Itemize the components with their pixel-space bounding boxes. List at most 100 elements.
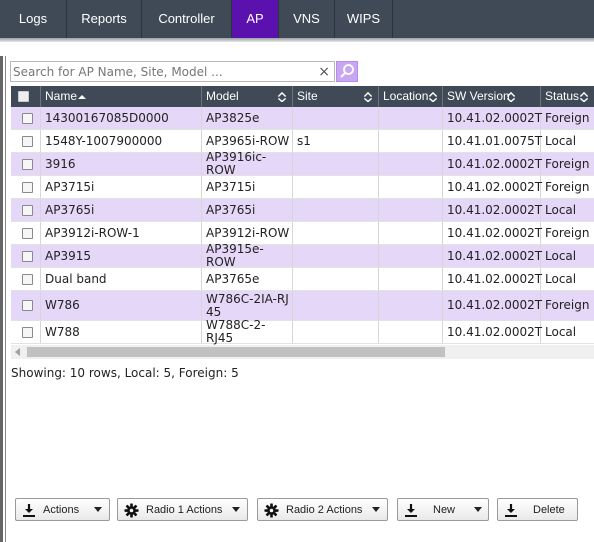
chevron-down-icon	[372, 507, 380, 512]
delete-button-label: Delete	[533, 504, 565, 516]
row-checkbox[interactable]	[22, 273, 33, 285]
row-checkbox[interactable]	[22, 204, 33, 216]
cell-location	[379, 176, 443, 198]
row-checkbox[interactable]	[22, 158, 33, 170]
cell-site	[293, 199, 379, 221]
cell-location	[379, 268, 443, 290]
table-row[interactable]: W786 W786C-2IA-RJ45 10.41.02.0002T Forei…	[11, 291, 594, 321]
search-input[interactable]	[11, 62, 313, 81]
table-row[interactable]: AP3715i AP3715i 10.41.02.0002T Foreign	[11, 176, 594, 199]
tab-reports[interactable]: Reports	[67, 0, 142, 38]
cell-model: W788C-2-RJ45	[202, 319, 293, 345]
header-model[interactable]: Model	[202, 86, 293, 107]
radio2-actions-button[interactable]: Radio 2 Actions	[257, 498, 388, 521]
row-select[interactable]	[11, 153, 41, 175]
cell-location	[379, 199, 443, 221]
table-row[interactable]: AP3915 AP3915e-ROW 10.41.02.0002T Local	[11, 243, 594, 269]
sort-icon	[277, 92, 287, 102]
sort-icon	[363, 92, 373, 102]
header-name[interactable]: Name	[41, 86, 202, 107]
tab-vns[interactable]: VNS	[279, 0, 335, 38]
select-all-checkbox[interactable]	[18, 91, 29, 102]
header-sw-version[interactable]: SW Version	[443, 86, 541, 107]
row-select[interactable]	[11, 107, 41, 129]
clear-icon[interactable]: ×	[318, 63, 330, 81]
gear-icon	[264, 503, 279, 518]
download-icon	[23, 504, 35, 517]
header-location-label: Location	[383, 89, 429, 103]
new-button-label: New	[433, 504, 456, 516]
header-name-label: Name	[45, 89, 78, 103]
row-select[interactable]	[11, 222, 41, 244]
sort-asc-icon	[78, 95, 86, 99]
download-icon	[505, 504, 517, 517]
actions-button[interactable]: Actions	[15, 498, 110, 521]
header-status[interactable]: Status	[541, 86, 594, 107]
cell-status: Local	[545, 271, 577, 286]
sort-icon	[506, 92, 516, 102]
cell-model: AP3915e-ROW	[202, 243, 293, 269]
cell-model: AP3916ic-ROW	[202, 151, 293, 177]
delete-button[interactable]: Delete	[497, 498, 578, 521]
row-select[interactable]	[11, 291, 41, 320]
cell-status: Foreign	[545, 225, 590, 240]
tab-logs[interactable]: Logs	[0, 0, 67, 38]
table-row[interactable]: 14300167085D0000 AP3825e 10.41.02.0002T …	[11, 107, 594, 130]
header-select-all[interactable]	[11, 86, 41, 107]
header-site[interactable]: Site	[293, 86, 379, 107]
table-row[interactable]: 1548Y-1007900000 AP3965i-ROW s1 10.41.01…	[11, 130, 594, 153]
cell-sw-version: 10.41.02.0002T	[443, 268, 542, 290]
cell-sw-version: 10.41.02.0002T	[443, 199, 542, 221]
horizontal-scrollbar[interactable]	[11, 345, 594, 359]
row-select[interactable]	[11, 130, 41, 152]
tab-wips[interactable]: WIPS	[335, 0, 393, 38]
row-select[interactable]	[11, 268, 41, 290]
row-select[interactable]	[11, 245, 41, 267]
row-checkbox[interactable]	[22, 112, 33, 124]
table-header: Name Model Site Location SW Version Stat…	[11, 86, 594, 107]
cell-status: Foreign	[545, 298, 590, 312]
tab-ap[interactable]: AP	[232, 0, 279, 38]
row-checkbox[interactable]	[22, 181, 33, 193]
row-select[interactable]	[11, 199, 41, 221]
new-button[interactable]: New	[397, 498, 489, 521]
row-select[interactable]	[11, 176, 41, 198]
header-model-label: Model	[206, 89, 239, 103]
cell-sw-version: 10.41.02.0002T	[443, 176, 542, 198]
cell-model: AP3965i-ROW	[202, 130, 293, 152]
cell-location	[379, 222, 443, 244]
search-box: ×	[10, 61, 335, 82]
cell-name: AP3912i-ROW-1	[41, 222, 202, 244]
row-checkbox[interactable]	[22, 326, 33, 338]
row-count-status: Showing: 10 rows, Local: 5, Foreign: 5	[11, 366, 239, 380]
row-checkbox[interactable]	[22, 250, 33, 262]
row-checkbox[interactable]	[22, 135, 33, 147]
cell-sw-version: 10.41.02.0002T	[443, 321, 542, 343]
table-row[interactable]: Dual band AP3765e 10.41.02.0002T Local	[11, 268, 594, 291]
radio1-actions-button[interactable]: Radio 1 Actions	[117, 498, 248, 521]
row-checkbox[interactable]	[22, 300, 33, 311]
cell-name: 14300167085D0000	[41, 107, 202, 129]
table-row[interactable]: W788 W788C-2-RJ45 10.41.02.0002T Local	[11, 319, 594, 345]
row-checkbox[interactable]	[22, 227, 33, 239]
cell-status: Foreign	[545, 179, 590, 194]
row-select[interactable]	[11, 321, 41, 343]
scrollbar-thumb[interactable]	[27, 347, 445, 357]
cell-model: AP3715i	[202, 176, 293, 198]
tab-controller[interactable]: Controller	[142, 0, 232, 38]
cell-model: AP3825e	[202, 107, 293, 129]
header-sw-label: SW Version	[447, 89, 510, 103]
table-row[interactable]: AP3912i-ROW-1 AP3912i-ROW 10.41.02.0002T…	[11, 222, 594, 245]
table-row[interactable]: AP3765i AP3765i 10.41.02.0002T Local	[11, 199, 594, 222]
cell-model: W786C-2IA-RJ45	[202, 291, 293, 320]
header-location[interactable]: Location	[379, 86, 443, 107]
scroll-left-icon[interactable]	[14, 348, 22, 356]
search-button[interactable]	[336, 61, 358, 82]
cell-location	[379, 291, 443, 320]
top-nav: Logs Reports Controller AP VNS WIPS	[0, 0, 594, 38]
cell-site	[293, 153, 379, 175]
search-icon	[340, 64, 354, 78]
table-row[interactable]: 3916 AP3916ic-ROW 10.41.02.0002T Foreign	[11, 151, 594, 177]
cell-sw-version: 10.41.02.0002T	[443, 107, 542, 129]
chevron-down-icon	[474, 507, 482, 512]
